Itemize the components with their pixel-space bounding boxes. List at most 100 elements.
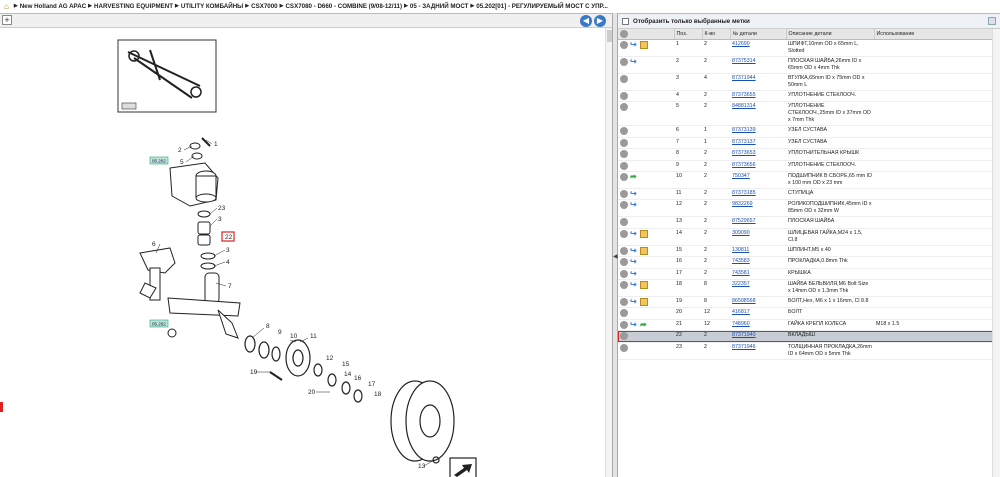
info-icon[interactable] (620, 201, 628, 210)
info-icon[interactable] (620, 218, 628, 227)
row-part-number[interactable]: 87373655 (730, 90, 786, 103)
row-part-number[interactable]: 87371944 (730, 73, 786, 91)
part-number-link[interactable]: 412690 (732, 41, 750, 47)
row-part-number[interactable]: 87371940 (730, 330, 786, 343)
part-number-link[interactable]: 87373139 (732, 127, 756, 133)
part-number-link[interactable]: 322357 (732, 281, 750, 287)
info-icon[interactable] (620, 127, 628, 136)
table-row[interactable]: 6 1 87373139 УЗЕЛ СУСТАВА (618, 125, 1000, 138)
navigate-arrow-icon[interactable] (449, 457, 477, 477)
table-row[interactable]: 3 4 87371944 ВТУЛКА,65mm ID x 75mm OD x 50m… (618, 73, 1000, 91)
package-icon[interactable] (640, 298, 648, 307)
home-icon[interactable]: ⌂ (4, 2, 9, 11)
part-number-link[interactable]: 416817 (732, 309, 750, 315)
part-number-link[interactable]: 87371940 (732, 332, 756, 338)
breadcrumb-item[interactable]: New Holland AG APAC (20, 3, 86, 10)
info-icon[interactable] (620, 173, 628, 182)
info-icon[interactable] (620, 343, 628, 352)
info-icon[interactable] (620, 332, 628, 341)
table-row[interactable]: 8 2 87373653 УПЛОТНИТЕЛЬНАЯ КРЫШК (618, 148, 1000, 161)
col-header-desc[interactable]: Описание детали (786, 29, 875, 40)
diagram-scrollbar[interactable] (605, 28, 612, 477)
table-row[interactable]: ↪ 11 2 87373185 СТУПИЦА (618, 188, 1000, 201)
table-row[interactable]: 13 2 87529657 ПЛОСКАЯ ШАЙБА (618, 216, 1000, 229)
row-part-number[interactable]: 87371946 (730, 342, 786, 360)
table-row[interactable]: ↪ 18 8 322357 ШАЙБА БЕЛЬВИЛЯ,M6 Bolt Size x … (618, 279, 1000, 298)
replacement-arrow-icon[interactable]: ↪ (630, 258, 638, 266)
row-part-number[interactable]: 9832269 (730, 199, 786, 218)
row-part-number[interactable]: 412690 (730, 39, 786, 57)
part-number-link[interactable]: 87373655 (732, 92, 756, 98)
info-icon[interactable] (620, 92, 628, 100)
info-icon[interactable] (620, 103, 628, 112)
replacement-arrow-icon[interactable]: ↪ (630, 298, 638, 306)
part-number-link[interactable]: 743581 (732, 270, 750, 276)
row-part-number[interactable]: 87373137 (730, 137, 786, 150)
export-icon[interactable] (988, 17, 996, 25)
table-row[interactable]: 22 2 87371940 ВКЛАДЫШ (618, 330, 1000, 343)
row-part-number[interactable]: 750347 (730, 171, 786, 190)
table-row[interactable]: ↪ 19 8 86508568 БОЛТ,Hex, M6 x 1 x 16mm, Cl … (618, 296, 1000, 309)
row-part-number[interactable]: 87375314 (730, 56, 786, 74)
col-header-qty[interactable]: К-во (702, 29, 731, 40)
replacement-arrow-icon[interactable]: ↪ (630, 320, 638, 329)
row-part-number[interactable]: 322357 (730, 279, 786, 298)
info-icon[interactable] (620, 41, 628, 49)
prev-page-icon[interactable]: ◀ (580, 15, 592, 27)
row-part-number[interactable]: 84881314 (730, 101, 786, 127)
row-part-number[interactable]: 748960 (730, 319, 786, 332)
replacement-arrow-icon[interactable]: ↪ (630, 201, 638, 209)
row-part-number[interactable]: 87373656 (730, 160, 786, 173)
part-number-link[interactable]: 87373653 (732, 150, 756, 156)
info-icon[interactable] (620, 75, 628, 83)
table-row[interactable]: ↪ 16 2 743583 ПРОКЛАДКА,0.8mm Thk (618, 256, 1000, 269)
row-part-number[interactable]: 309090 (730, 228, 786, 246)
table-row[interactable]: ↪ 1 2 412690 ШПИФТ,10mm OD x 65mm L, Slotted (618, 39, 1000, 57)
row-part-number[interactable]: 416817 (730, 307, 786, 320)
info-icon[interactable] (620, 320, 628, 329)
table-row[interactable]: 4 2 87373655 УПЛОТНЕНИЕ СТЕКЛООЧ. (618, 90, 1000, 103)
collapse-arrow-icon[interactable]: ◀ (613, 253, 618, 269)
table-row[interactable]: ↪ 2 2 87375314 ПЛОСКАЯ ШАЙБА,26mm ID x 65mm … (618, 56, 1000, 74)
row-part-number[interactable]: 743583 (730, 256, 786, 269)
part-number-link[interactable]: 750347 (732, 173, 750, 179)
info-icon[interactable] (620, 269, 628, 278)
part-number-link[interactable]: 87373185 (732, 190, 756, 196)
thumbnail-inset[interactable] (117, 39, 217, 113)
show-selected-checkbox[interactable] (622, 17, 629, 25)
col-header-pos[interactable]: Поз. (674, 29, 703, 40)
row-part-number[interactable]: 87373139 (730, 125, 786, 138)
parts-diagram[interactable]: 05.202 05.202 1 2 5 23 3 22 3 6 4 7 8 9 … (0, 28, 605, 477)
replacement-arrow-icon[interactable]: ↪ (630, 41, 638, 49)
breadcrumb-item[interactable]: 05 - ЗАДНИЙ МОСТ (410, 3, 469, 10)
replacement-arrow-icon[interactable]: ↪ (630, 246, 638, 255)
part-number-link[interactable]: 743583 (732, 258, 750, 264)
table-row[interactable]: 23 2 87371946 ТОЛЩИННАЯ ПРОКЛАДКА,26mm ID x… (618, 342, 1000, 360)
ref-tag-lower[interactable]: 05.202 (149, 319, 169, 328)
row-part-number[interactable]: 87373653 (730, 148, 786, 161)
table-row[interactable]: ↪ 12 2 9832269 РОЛИКОПОДШИПНИК,45mm ID x 85m… (618, 199, 1000, 218)
part-number-link[interactable]: 130811 (732, 247, 749, 253)
package-icon[interactable] (640, 41, 648, 49)
replacement-arrow-icon[interactable]: ↪ (630, 58, 638, 66)
replacement-arrow-icon[interactable]: ↪ (630, 269, 638, 278)
table-row[interactable]: ↪ 15 2 130811 ШПЛИНТ,M5 x 40 (618, 245, 1000, 258)
substitute-arrow-icon[interactable]: ➦ (640, 320, 648, 329)
info-icon[interactable] (620, 246, 628, 255)
part-number-link[interactable]: 748960 (732, 321, 750, 327)
package-icon[interactable] (640, 229, 648, 238)
part-number-link[interactable]: 9832269 (732, 201, 753, 207)
table-row[interactable]: ↪ 14 2 309090 ШЛИЦЕВАЯ ГАЙКА,M24 x 1.5, Cl.8 (618, 228, 1000, 246)
part-number-link[interactable]: 86508568 (732, 298, 756, 304)
part-number-link[interactable]: 84881314 (732, 103, 756, 109)
substitute-arrow-icon[interactable]: ➦ (630, 173, 638, 181)
col-header-use[interactable]: Использование (874, 29, 1000, 40)
row-part-number[interactable]: 87373185 (730, 188, 786, 201)
table-row[interactable]: 5 2 84881314 УПЛОТНЕНИЕ СТЕКЛООЧ.,25mm ID x… (618, 101, 1000, 127)
row-part-number[interactable]: 130811 (730, 245, 786, 258)
replacement-arrow-icon[interactable]: ↪ (630, 190, 638, 198)
col-header-part[interactable]: № детали (730, 29, 787, 40)
breadcrumb-item[interactable]: 05.202[01] - РЕГУЛИРУЕМЫЙ МОСТ С УПР... (476, 3, 608, 10)
part-number-link[interactable]: 87373656 (732, 162, 756, 168)
breadcrumb-item[interactable]: CSX7080 - D660 - COMBINE (9/08-12/11) (285, 3, 402, 10)
